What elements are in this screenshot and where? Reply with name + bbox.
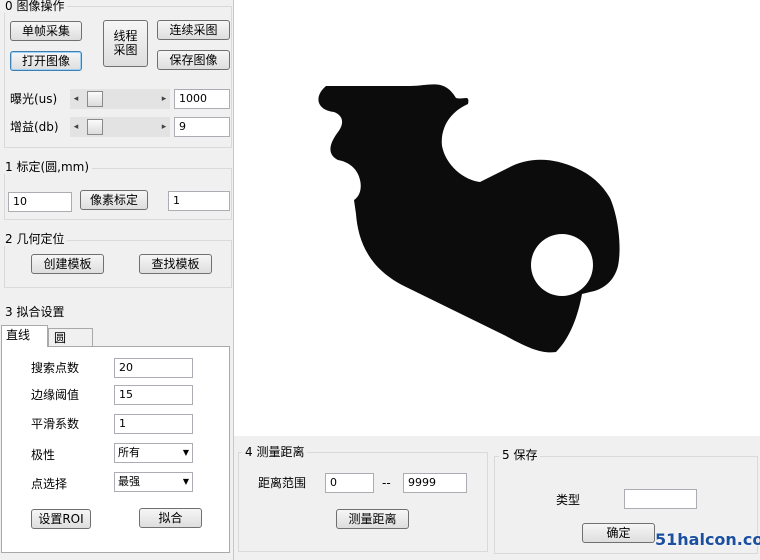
part-hole: [531, 234, 593, 296]
distance-range-label: 距离范围: [258, 476, 307, 490]
polarity-value: 所有: [118, 446, 140, 459]
point-select-select[interactable]: 最强 ▼: [114, 472, 193, 492]
slider-left-arrow-icon[interactable]: ◂: [70, 117, 82, 137]
range-min-input[interactable]: 0: [325, 473, 374, 493]
polarity-label: 极性: [31, 448, 56, 462]
exposure-slider[interactable]: ◂ ▸: [70, 89, 170, 109]
range-separator: --: [382, 476, 391, 490]
measure-distance-button[interactable]: 测量距离: [336, 509, 409, 529]
find-template-button[interactable]: 查找模板: [139, 254, 212, 274]
search-points-label: 搜索点数: [31, 361, 80, 375]
calibration-diameter-input[interactable]: 10: [8, 192, 72, 212]
smooth-label: 平滑系数: [31, 417, 80, 431]
polarity-select[interactable]: 所有 ▼: [114, 443, 193, 463]
slider-left-arrow-icon[interactable]: ◂: [70, 89, 82, 109]
geometry-title: 2 几何定位: [2, 232, 68, 246]
type-input[interactable]: [624, 489, 697, 509]
point-select-value: 最强: [118, 475, 140, 488]
gain-slider[interactable]: ◂ ▸: [70, 117, 170, 137]
chevron-down-icon[interactable]: ▼: [183, 473, 189, 491]
tab-line[interactable]: 直线: [1, 325, 48, 347]
save-title: 5 保存: [499, 448, 541, 462]
slider-right-arrow-icon[interactable]: ▸: [158, 89, 170, 109]
fit-button[interactable]: 拟合: [139, 508, 202, 528]
gain-input[interactable]: 9: [174, 117, 230, 137]
calibration-title: 1 标定(圆,mm): [2, 160, 93, 174]
image-ops-title: 0 图像操作: [2, 0, 68, 13]
part-image: [318, 84, 620, 353]
point-select-label: 点选择: [31, 477, 68, 491]
chevron-down-icon[interactable]: ▼: [183, 444, 189, 462]
tab-circle[interactable]: 圆: [48, 328, 93, 347]
slider-thumb[interactable]: [87, 119, 103, 135]
metal-part-silhouette: [318, 84, 620, 353]
save-image-button[interactable]: 保存图像: [157, 50, 230, 70]
fit-title: 3 拟合设置: [2, 305, 68, 319]
edge-threshold-label: 边缘阈值: [31, 388, 80, 402]
thread-capture-button[interactable]: 线程 采图: [103, 20, 148, 67]
thread-capture-label-line1: 线程: [113, 29, 138, 43]
range-max-input[interactable]: 9999: [403, 473, 467, 493]
confirm-button[interactable]: 确定: [582, 523, 655, 543]
set-roi-button[interactable]: 设置ROI: [31, 509, 91, 529]
open-image-button[interactable]: 打开图像: [10, 51, 82, 71]
smooth-input[interactable]: 1: [114, 414, 193, 434]
measure-title: 4 测量距离: [242, 445, 308, 459]
watermark-text: 51halcon.com: [655, 530, 760, 549]
calibration-result-input[interactable]: 1: [168, 191, 230, 211]
edge-threshold-input[interactable]: 15: [114, 385, 193, 405]
slider-thumb[interactable]: [87, 91, 103, 107]
exposure-label: 曝光(us): [10, 92, 58, 106]
type-label: 类型: [556, 493, 581, 507]
create-template-button[interactable]: 创建模板: [31, 254, 104, 274]
pixel-calibrate-button[interactable]: 像素标定: [80, 190, 148, 210]
measure-group: [238, 452, 488, 552]
thread-capture-label-line2: 采图: [113, 43, 138, 57]
image-canvas[interactable]: [234, 0, 760, 436]
exposure-input[interactable]: 1000: [174, 89, 230, 109]
slider-right-arrow-icon[interactable]: ▸: [158, 117, 170, 137]
search-points-input[interactable]: 20: [114, 358, 193, 378]
single-capture-button[interactable]: 单帧采集: [10, 21, 82, 41]
gain-label: 增益(db): [10, 120, 59, 134]
continuous-capture-button[interactable]: 连续采图: [157, 20, 230, 40]
